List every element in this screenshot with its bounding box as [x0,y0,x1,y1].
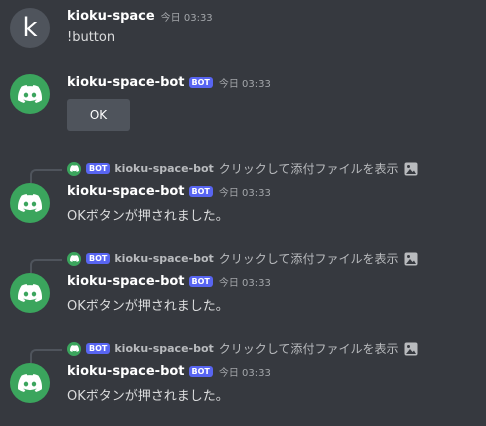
reply-connector [30,259,62,273]
discord-logo-icon [18,374,42,392]
message-content: OKボタンが押されました。 [67,209,229,224]
timestamp: 今日 03:33 [160,13,213,24]
ok-button[interactable]: OK [67,99,130,131]
image-icon [404,162,418,176]
reply-username[interactable]: kioku-space-bot [114,252,213,265]
message-header: kioku-space-bot BOT 今日 03:33 [67,364,271,379]
image-icon [404,252,418,266]
reply-preview[interactable]: BOT kioku-space-bot クリックして添付ファイルを表示 [67,160,418,177]
reply-bot-tag: BOT [86,253,111,264]
bot-tag: BOT [188,276,213,287]
bot-avatar[interactable] [10,183,50,223]
timestamp: 今日 03:33 [218,188,271,199]
discord-logo-icon [69,255,79,262]
username[interactable]: kioku-space-bot [67,364,185,379]
bot-avatar[interactable] [10,363,50,403]
reply-avatar [67,161,81,176]
message-content: OKボタンが押されました。 [67,299,229,314]
bot-tag: BOT [188,77,213,88]
timestamp: 今日 03:33 [218,79,271,90]
bot-tag: BOT [188,366,213,377]
avatar-letter: k [22,13,38,43]
reply-bot-tag: BOT [86,343,111,354]
reply-bot-tag: BOT [86,163,111,174]
timestamp: 今日 03:33 [218,278,271,289]
discord-logo-icon [69,165,79,172]
reply-text[interactable]: クリックして添付ファイルを表示 [219,250,399,267]
reply-username[interactable]: kioku-space-bot [114,342,213,355]
reply-text[interactable]: クリックして添付ファイルを表示 [219,340,399,357]
reply-text[interactable]: クリックして添付ファイルを表示 [219,160,399,177]
discord-logo-icon [18,85,42,103]
reply-preview[interactable]: BOT kioku-space-bot クリックして添付ファイルを表示 [67,340,418,357]
reply-avatar [67,341,81,356]
username[interactable]: kioku-space [67,9,155,24]
discord-logo-icon [18,284,42,302]
reply-connector [30,169,62,183]
username[interactable]: kioku-space-bot [67,184,185,199]
reply-connector [30,349,62,363]
message-content: !button [67,30,116,45]
bot-avatar[interactable] [10,74,50,114]
reply-avatar [67,251,81,266]
message-content: OKボタンが押されました。 [67,389,229,404]
image-icon [404,342,418,356]
timestamp: 今日 03:33 [218,368,271,379]
reply-username[interactable]: kioku-space-bot [114,162,213,175]
username[interactable]: kioku-space-bot [67,274,185,289]
bot-tag: BOT [188,186,213,197]
reply-preview[interactable]: BOT kioku-space-bot クリックして添付ファイルを表示 [67,250,418,267]
discord-logo-icon [18,194,42,212]
discord-logo-icon [69,345,79,352]
user-avatar[interactable]: k [10,8,50,48]
bot-avatar[interactable] [10,273,50,313]
message-header: kioku-space-bot BOT 今日 03:33 [67,75,271,90]
message-header: kioku-space-bot BOT 今日 03:33 [67,184,271,199]
message-header: kioku-space-bot BOT 今日 03:33 [67,274,271,289]
username[interactable]: kioku-space-bot [67,75,185,90]
message-header: kioku-space 今日 03:33 [67,9,213,24]
